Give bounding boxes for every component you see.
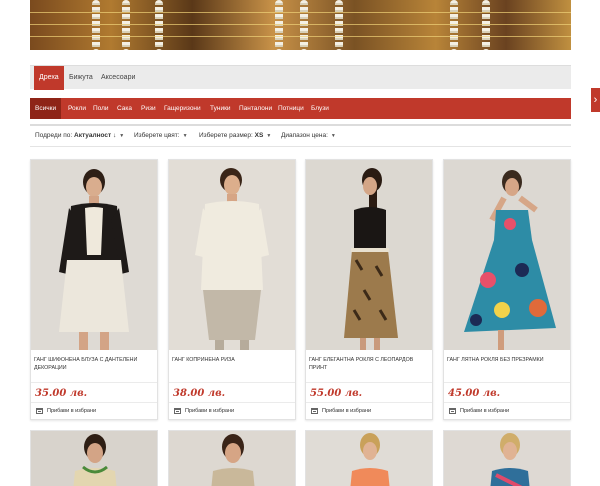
chevron-right-icon: › — [593, 94, 598, 106]
product-card[interactable]: Ганг елегантна рокля с леопардов принт 5… — [305, 159, 433, 420]
product-card[interactable]: Ганг копринена риза 38.00 лв. Прибави в … — [168, 159, 296, 420]
sort-value: Актуалност ↓ — [74, 132, 117, 139]
product-price: 35.00 лв. — [35, 388, 88, 399]
color-dropdown[interactable]: Изберете цвят: ▼ — [134, 132, 188, 139]
favorites-icon — [36, 408, 43, 414]
product-name[interactable]: Ганг шифонена блуза с дантелени декораци… — [34, 356, 154, 372]
product-card[interactable] — [305, 430, 433, 486]
subnav-item-trousers[interactable]: Панталони — [239, 98, 272, 119]
product-image[interactable] — [306, 431, 433, 486]
product-card[interactable]: Ганг шифонена блуза с дантелени декораци… — [30, 159, 158, 420]
product-name[interactable]: Ганг елегантна рокля с леопардов принт — [309, 356, 429, 372]
subnav-item-shirts[interactable]: Ризи — [141, 98, 156, 119]
caret-down-icon: ▼ — [119, 133, 125, 139]
subnav-item-all[interactable]: Всички — [30, 98, 62, 119]
caret-down-icon: ▼ — [266, 133, 272, 139]
subnav-item-tanks[interactable]: Потници — [278, 98, 304, 119]
subnav-item-jumpsuits[interactable]: Гащеризони — [164, 98, 201, 119]
product-card[interactable] — [30, 430, 158, 486]
favorites-icon — [174, 408, 181, 414]
subnav-item-jackets[interactable]: Сака — [117, 98, 132, 119]
product-image[interactable] — [444, 160, 570, 350]
product-image[interactable] — [444, 431, 571, 486]
caret-down-icon: ▼ — [330, 133, 336, 139]
sort-dropdown[interactable]: Подреди по: Актуалност ↓ ▼ — [35, 132, 124, 139]
tab-clothing[interactable]: Дреха — [34, 66, 64, 90]
favorites-icon — [311, 408, 318, 414]
subnav-item-dresses[interactable]: Рокли — [68, 98, 86, 119]
caret-down-icon: ▼ — [182, 133, 188, 139]
product-price: 55.00 лв. — [310, 388, 363, 399]
product-card[interactable] — [168, 430, 296, 486]
subnav-item-tunics[interactable]: Туники — [210, 98, 231, 119]
divider — [30, 124, 571, 126]
hero-banner-image — [30, 0, 571, 50]
add-to-favorites-button[interactable]: Прибави в избрани — [31, 402, 157, 419]
product-price: 38.00 лв. — [173, 388, 226, 399]
add-to-favorites-button[interactable]: Прибави в избрани — [444, 402, 570, 419]
subnav-item-blouses[interactable]: Блузи — [311, 98, 329, 119]
product-price: 45.00 лв. — [448, 388, 501, 399]
subnav-item-skirts[interactable]: Поли — [93, 98, 109, 119]
favorites-icon — [449, 408, 456, 414]
tab-accessories[interactable]: Аксесоари — [96, 66, 140, 90]
product-image[interactable] — [306, 160, 432, 350]
subcategory-nav: Всички Рокли Поли Сака Ризи Гащеризони Т… — [30, 98, 571, 119]
product-card[interactable] — [443, 430, 571, 486]
product-image[interactable] — [169, 431, 296, 486]
size-dropdown[interactable]: Изберете размер: XS ▼ — [199, 132, 271, 139]
product-name[interactable]: Ганг лятна рокля без презрамки — [447, 356, 567, 364]
product-image[interactable] — [169, 160, 295, 350]
tab-jewelry[interactable]: Бижута — [64, 66, 98, 90]
product-card[interactable]: Ганг лятна рокля без презрамки 45.00 лв.… — [443, 159, 571, 420]
product-name[interactable]: Ганг копринена риза — [172, 356, 292, 364]
filter-bar: Подреди по: Актуалност ↓ ▼ Изберете цвят:… — [30, 124, 571, 147]
add-to-favorites-button[interactable]: Прибави в избрани — [169, 402, 295, 419]
product-image[interactable] — [31, 160, 157, 350]
product-image[interactable] — [31, 431, 158, 486]
category-tabs: Дреха Бижута Аксесоари — [30, 65, 571, 90]
price-range-dropdown[interactable]: Диапазон цена: ▼ — [281, 132, 336, 139]
side-panel-toggle[interactable]: › — [591, 88, 600, 112]
add-to-favorites-button[interactable]: Прибави в избрани — [306, 402, 432, 419]
size-value: XS — [254, 132, 264, 139]
